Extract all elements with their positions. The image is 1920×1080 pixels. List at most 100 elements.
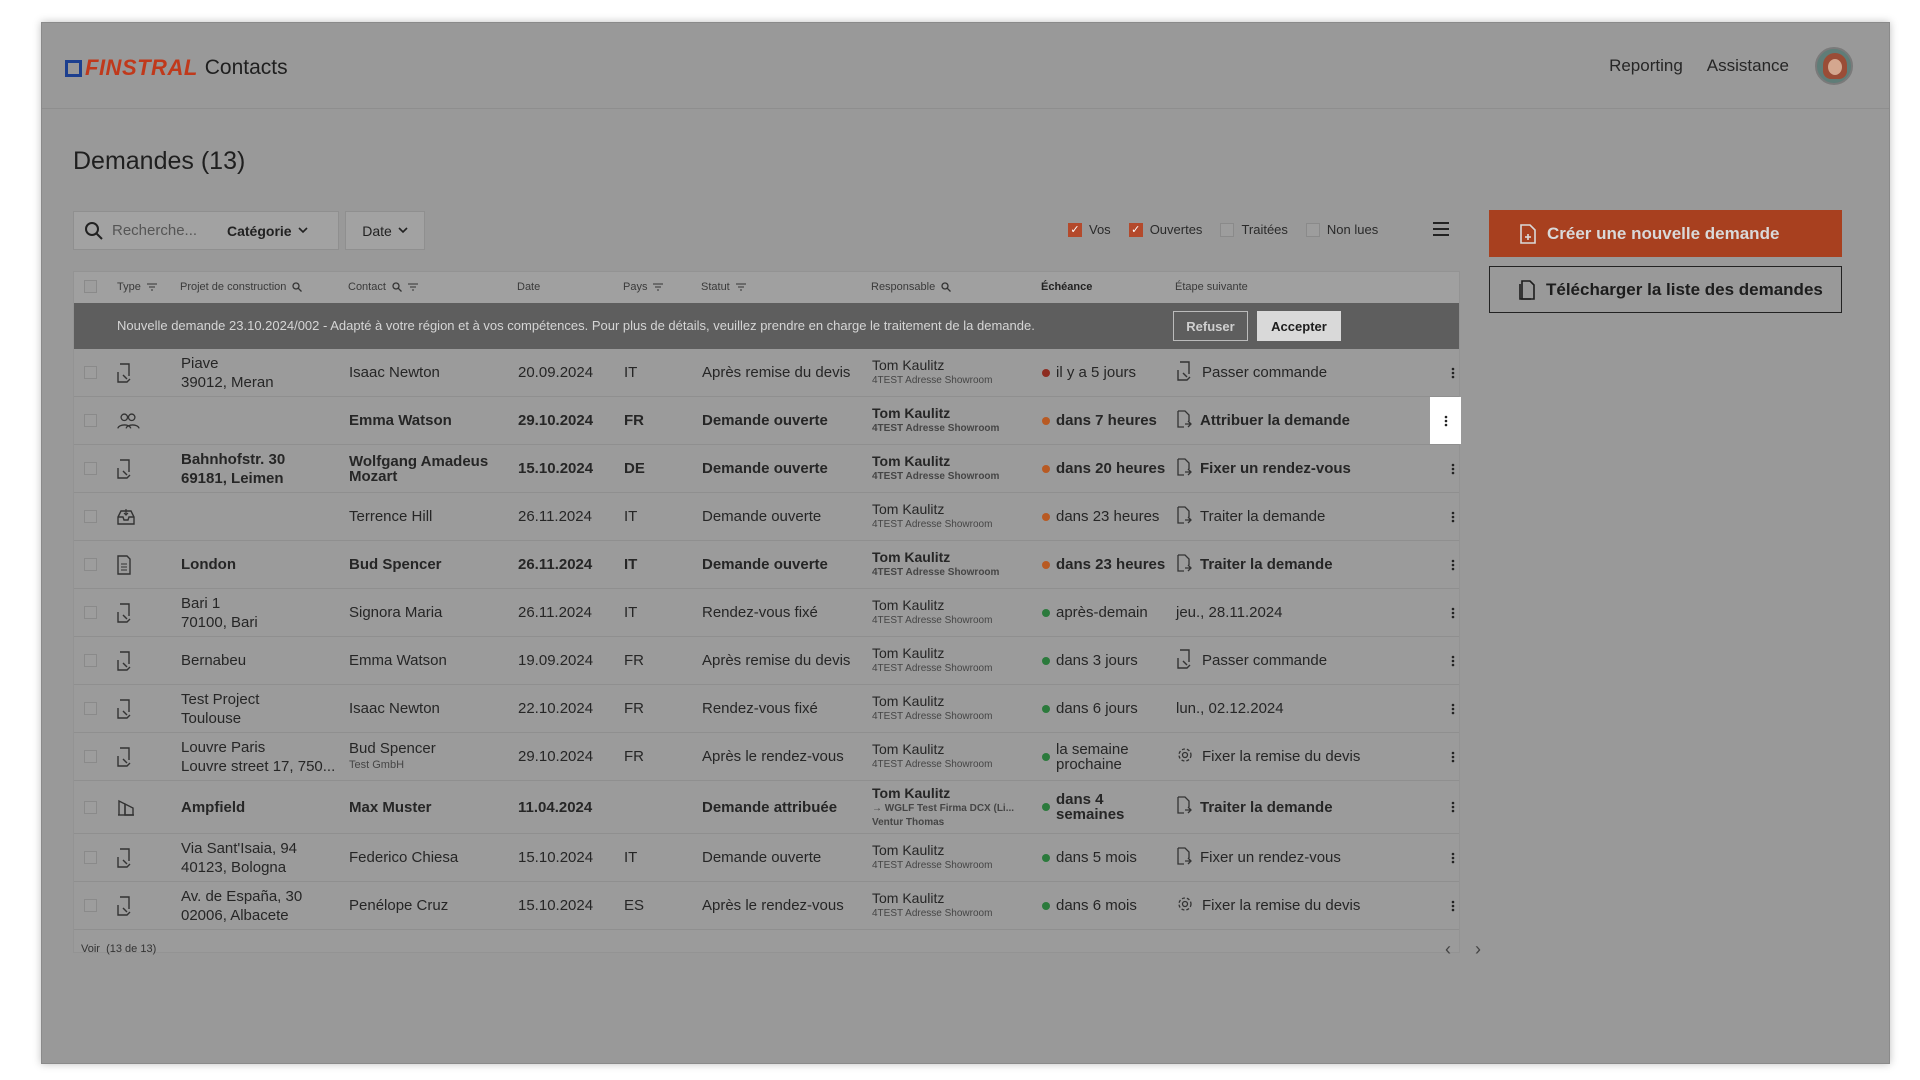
filter-icon[interactable] (146, 283, 157, 291)
row-checkbox[interactable] (84, 349, 97, 396)
checkbox[interactable] (84, 702, 97, 715)
more-vertical-icon[interactable] (1451, 559, 1455, 571)
more-vertical-icon[interactable] (1451, 607, 1455, 619)
row-menu[interactable] (1445, 781, 1461, 833)
filter-icon[interactable] (735, 283, 746, 291)
nav-reporting[interactable]: Reporting (1609, 56, 1683, 76)
col-statut[interactable]: Statut (701, 281, 746, 293)
row-checkbox[interactable] (84, 493, 97, 540)
filter-icon[interactable] (407, 283, 418, 291)
avatar[interactable] (1815, 47, 1853, 85)
table-row[interactable]: Test Project Toulouse Isaac Newton 22.10.… (74, 685, 1459, 733)
more-vertical-icon[interactable] (1451, 900, 1455, 912)
more-vertical-icon[interactable] (1451, 852, 1455, 864)
row-menu[interactable] (1445, 445, 1461, 492)
filter-icon[interactable] (653, 283, 664, 291)
date-dropdown[interactable]: Date (345, 211, 425, 250)
row-checkbox[interactable] (84, 541, 97, 588)
next-step-cell[interactable]: Traiter la demande (1176, 781, 1333, 833)
table-row[interactable]: Louvre Paris Louvre street 17, 750... Bud… (74, 733, 1459, 781)
table-row[interactable]: Terrence Hill 26.11.2024 IT Demande ouve… (74, 493, 1459, 541)
checkbox[interactable] (84, 750, 97, 763)
nav-assistance[interactable]: Assistance (1707, 56, 1789, 76)
more-vertical-icon[interactable] (1451, 751, 1455, 763)
row-menu[interactable] (1445, 637, 1461, 684)
next-step-cell[interactable]: lun., 02.12.2024 (1176, 685, 1284, 732)
next-step-cell[interactable]: Fixer un rendez-vous (1176, 445, 1351, 492)
more-vertical-icon[interactable] (1451, 367, 1455, 379)
row-checkbox[interactable] (84, 637, 97, 684)
refuse-button[interactable]: Refuser (1173, 311, 1248, 341)
filter-vos[interactable]: ✓ Vos (1068, 222, 1111, 237)
checkbox[interactable] (84, 414, 97, 427)
table-row[interactable]: London Bud Spencer 26.11.2024 IT Demande… (74, 541, 1459, 589)
table-row[interactable]: Via Sant'Isaia, 94 40123, Bologna Federic… (74, 834, 1459, 882)
checkbox[interactable]: ✓ (1128, 222, 1143, 237)
row-menu[interactable] (1430, 397, 1461, 444)
checkbox[interactable] (84, 558, 97, 571)
logo[interactable]: FINSTRAL Contacts (65, 55, 288, 81)
search-bar[interactable]: Recherche... Catégorie (73, 211, 339, 250)
table-row[interactable]: Ampfield Max Muster 11.04.2024 Demande a… (74, 781, 1459, 834)
filter-ouvertes[interactable]: ✓ Ouvertes (1128, 222, 1202, 237)
next-step-cell[interactable]: Fixer un rendez-vous (1176, 834, 1341, 881)
category-dropdown[interactable]: Catégorie (227, 223, 308, 239)
more-vertical-icon[interactable] (1451, 655, 1455, 667)
more-vertical-icon[interactable] (1451, 463, 1455, 475)
more-vertical-icon[interactable] (1444, 415, 1448, 427)
col-date[interactable]: Date (517, 281, 540, 293)
filter-traitees[interactable]: Traitées (1220, 222, 1288, 237)
row-menu[interactable] (1445, 589, 1461, 636)
checkbox[interactable] (84, 851, 97, 864)
table-row[interactable]: Bernabeu Emma Watson 19.09.2024 FR Après… (74, 637, 1459, 685)
row-menu[interactable] (1445, 733, 1461, 780)
next-step-cell[interactable]: Fixer la remise du devis (1176, 882, 1360, 929)
checkbox[interactable] (84, 800, 97, 814)
checkbox[interactable] (1220, 222, 1235, 237)
next-step-cell[interactable]: jeu., 28.11.2024 (1176, 589, 1282, 636)
row-checkbox[interactable] (84, 781, 97, 833)
table-row[interactable]: Bari 1 70100, Bari Signora Maria 26.11.20… (74, 589, 1459, 637)
chevron-right-icon[interactable]: › (1475, 939, 1481, 960)
row-menu[interactable] (1445, 834, 1461, 881)
table-row[interactable]: Av. de España, 30 02006, Albacete Penélop… (74, 882, 1459, 930)
more-vertical-icon[interactable] (1451, 801, 1455, 813)
col-pays[interactable]: Pays (623, 281, 664, 293)
next-step-cell[interactable]: Traiter la demande (1176, 541, 1333, 588)
table-row[interactable]: Emma Watson 29.10.2024 FR Demande ouvert… (74, 397, 1461, 445)
search-icon[interactable] (941, 282, 952, 292)
checkbox[interactable] (84, 510, 97, 523)
row-menu[interactable] (1445, 493, 1461, 540)
row-menu[interactable] (1445, 685, 1461, 732)
row-checkbox[interactable] (84, 733, 97, 780)
next-step-cell[interactable]: Passer commande (1176, 637, 1327, 684)
chevron-left-icon[interactable]: ‹ (1445, 939, 1451, 960)
row-checkbox[interactable] (84, 445, 97, 492)
col-responsable[interactable]: Responsable (871, 281, 952, 293)
col-contact[interactable]: Contact (348, 281, 418, 293)
next-step-cell[interactable]: Passer commande (1176, 349, 1327, 396)
row-menu[interactable] (1445, 882, 1461, 929)
checkbox[interactable] (1305, 222, 1320, 237)
accept-button[interactable]: Accepter (1257, 311, 1341, 341)
create-request-button[interactable]: Créer une nouvelle demande (1489, 210, 1842, 257)
checkbox[interactable] (84, 606, 97, 619)
col-type[interactable]: Type (117, 281, 157, 293)
row-checkbox[interactable] (84, 882, 97, 929)
table-row[interactable]: Piave 39012, Meran Isaac Newton 20.09.202… (74, 349, 1459, 397)
table-row[interactable]: Bahnhofstr. 30 69181, Leimen Wolfgang Ama… (74, 445, 1459, 493)
filter-non-lues[interactable]: Non lues (1305, 222, 1378, 237)
next-step-cell[interactable]: Attribuer la demande (1176, 397, 1350, 444)
search-icon[interactable] (392, 282, 402, 292)
checkbox[interactable] (84, 899, 97, 912)
search-icon[interactable] (292, 282, 303, 292)
next-step-cell[interactable]: Fixer la remise du devis (1176, 733, 1360, 780)
download-list-button[interactable]: Télécharger la liste des demandes (1489, 266, 1842, 313)
row-checkbox[interactable] (84, 589, 97, 636)
more-vertical-icon[interactable] (1451, 511, 1455, 523)
row-menu[interactable] (1445, 541, 1461, 588)
list-menu-icon[interactable] (1431, 219, 1451, 239)
row-menu[interactable] (1445, 349, 1461, 396)
row-checkbox[interactable] (84, 397, 97, 444)
row-checkbox[interactable] (84, 685, 97, 732)
